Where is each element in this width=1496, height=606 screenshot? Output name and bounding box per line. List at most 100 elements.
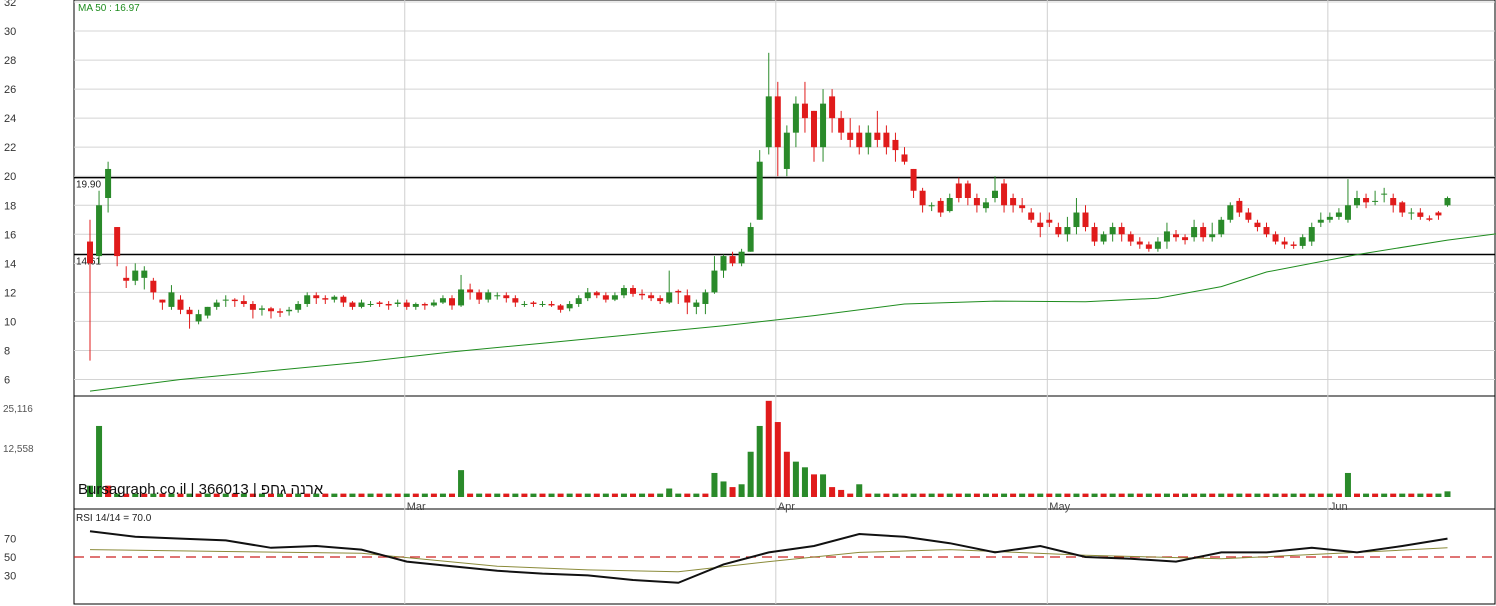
- candle-body: [801, 103, 808, 119]
- candle-body: [910, 168, 917, 191]
- price-tick-label: 14: [4, 258, 16, 270]
- candle-body: [1091, 227, 1098, 242]
- volume-bar: [856, 484, 863, 497]
- volume-bar: [666, 488, 673, 497]
- candle-body: [449, 298, 455, 306]
- rsi-tick-label: 30: [4, 570, 16, 582]
- volume-bar: [394, 493, 401, 497]
- volume-bar: [847, 493, 854, 497]
- candle-body: [1444, 198, 1451, 206]
- candle-body: [1399, 202, 1406, 213]
- candle-body: [439, 298, 446, 303]
- volume-bar: [648, 493, 655, 497]
- volume-bar: [503, 493, 510, 497]
- candle-body: [1381, 193, 1388, 195]
- volume-bar: [1236, 493, 1243, 497]
- candle-body: [820, 103, 827, 148]
- candle-body: [1109, 227, 1116, 235]
- volume-bar: [548, 493, 555, 497]
- volume-bar: [1218, 493, 1225, 497]
- candle-body: [367, 303, 374, 305]
- candle-body: [114, 227, 121, 257]
- volume-bar: [973, 493, 980, 497]
- candle-body: [1363, 198, 1370, 203]
- candle-body: [575, 298, 582, 304]
- volume-bar: [1245, 493, 1252, 497]
- candle-body: [150, 280, 157, 293]
- candle-body: [711, 270, 718, 293]
- volume-bar: [476, 493, 483, 497]
- volume-bar: [1019, 493, 1026, 497]
- volume-bar: [1408, 493, 1415, 497]
- volume-bar: [1344, 472, 1351, 497]
- volume-bar: [512, 493, 519, 497]
- volume-bar: [1082, 493, 1089, 497]
- volume-bar: [1417, 493, 1424, 497]
- price-tick-label: 22: [4, 142, 16, 154]
- volume-bar: [1109, 493, 1116, 497]
- volume-bar: [820, 474, 827, 497]
- candle-body: [1408, 212, 1415, 214]
- candle-body: [856, 132, 863, 148]
- volume-bar: [1308, 493, 1315, 497]
- volume-bar: [711, 472, 718, 497]
- volume-bar: [756, 425, 763, 497]
- volume-bar: [955, 493, 962, 497]
- candle-body: [946, 198, 953, 212]
- candle-body: [521, 303, 528, 305]
- volume-bar: [539, 493, 546, 497]
- candle-body: [829, 96, 836, 119]
- candle-body: [1191, 227, 1198, 238]
- candle-body: [1326, 216, 1333, 220]
- volume-bar: [1399, 493, 1406, 497]
- volume-bar: [494, 493, 501, 497]
- candle-body: [340, 296, 347, 303]
- candle-body: [1001, 183, 1008, 206]
- volume-bar: [1064, 493, 1071, 497]
- candle-body: [1335, 212, 1342, 217]
- volume-bar: [566, 493, 573, 497]
- price-axis: 6 8 10 12 14 16 18 20 22 24 26 28 30 32: [4, 0, 16, 386]
- candle-body: [1290, 244, 1297, 246]
- volume-bar: [747, 451, 754, 497]
- volume-bar: [1299, 493, 1306, 497]
- candle-body: [982, 202, 989, 209]
- candle-body: [168, 292, 175, 307]
- candle-body: [385, 303, 392, 306]
- volume-bar: [358, 493, 365, 497]
- price-tick-label: 24: [4, 113, 16, 125]
- candle-body: [1182, 237, 1189, 241]
- candle-body: [838, 118, 845, 133]
- candle-body: [1245, 212, 1252, 220]
- price-tick-label: 12: [4, 287, 16, 299]
- volume-bar: [340, 493, 347, 497]
- volume-bar: [1444, 491, 1451, 497]
- volume-bar: [838, 489, 845, 497]
- candle-body: [639, 293, 646, 296]
- candle-body: [1064, 227, 1071, 235]
- candle-body: [584, 292, 591, 299]
- volume-bar: [611, 493, 618, 497]
- candle-body: [1145, 244, 1152, 249]
- candle-body: [1118, 227, 1125, 235]
- volume-bar: [458, 470, 465, 497]
- candle-body: [195, 314, 202, 322]
- ma-label: MA 50 : 16.97: [78, 3, 140, 14]
- volume-bar: [901, 493, 908, 497]
- candle-body: [1254, 222, 1261, 228]
- volume-bar: [829, 487, 836, 497]
- candle-body: [630, 288, 636, 294]
- price-tick-label: 26: [4, 84, 16, 96]
- candle-body: [186, 309, 193, 315]
- candle-body: [1435, 212, 1442, 216]
- volume-bar: [1100, 493, 1107, 497]
- candle-body: [1010, 198, 1017, 206]
- volume-bar: [412, 493, 419, 497]
- volume-bar: [584, 493, 591, 497]
- price-tick-label: 30: [4, 26, 16, 38]
- candle-body: [132, 270, 139, 281]
- volume-bar: [982, 493, 989, 497]
- candle-body: [204, 306, 211, 316]
- volume-bar: [1290, 493, 1297, 497]
- candle-body: [476, 292, 483, 300]
